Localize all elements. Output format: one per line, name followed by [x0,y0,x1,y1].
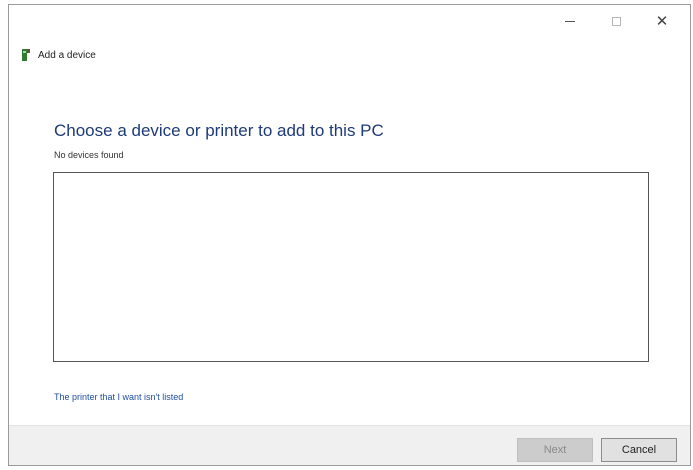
next-button[interactable]: Next [517,438,593,462]
window-title: Add a device [38,49,96,61]
cancel-button[interactable]: Cancel [601,438,677,462]
minimize-icon [565,20,575,22]
title-bar: ✕ [9,5,690,37]
dialog-footer: Next Cancel [9,425,690,465]
maximize-icon [611,16,621,26]
close-button[interactable]: ✕ [639,5,685,37]
window-header: Add a device [21,47,96,63]
add-device-icon [22,49,30,61]
close-icon: ✕ [655,12,669,30]
device-search-status: No devices found [54,150,124,160]
add-device-window: ✕ Add a device Choose a device or printe… [8,4,691,466]
maximize-button[interactable] [593,5,639,37]
printer-not-listed-link[interactable]: The printer that I want isn't listed [54,392,183,402]
device-list[interactable] [53,172,649,362]
minimize-button[interactable] [547,5,593,37]
page-title: Choose a device or printer to add to thi… [54,121,384,140]
